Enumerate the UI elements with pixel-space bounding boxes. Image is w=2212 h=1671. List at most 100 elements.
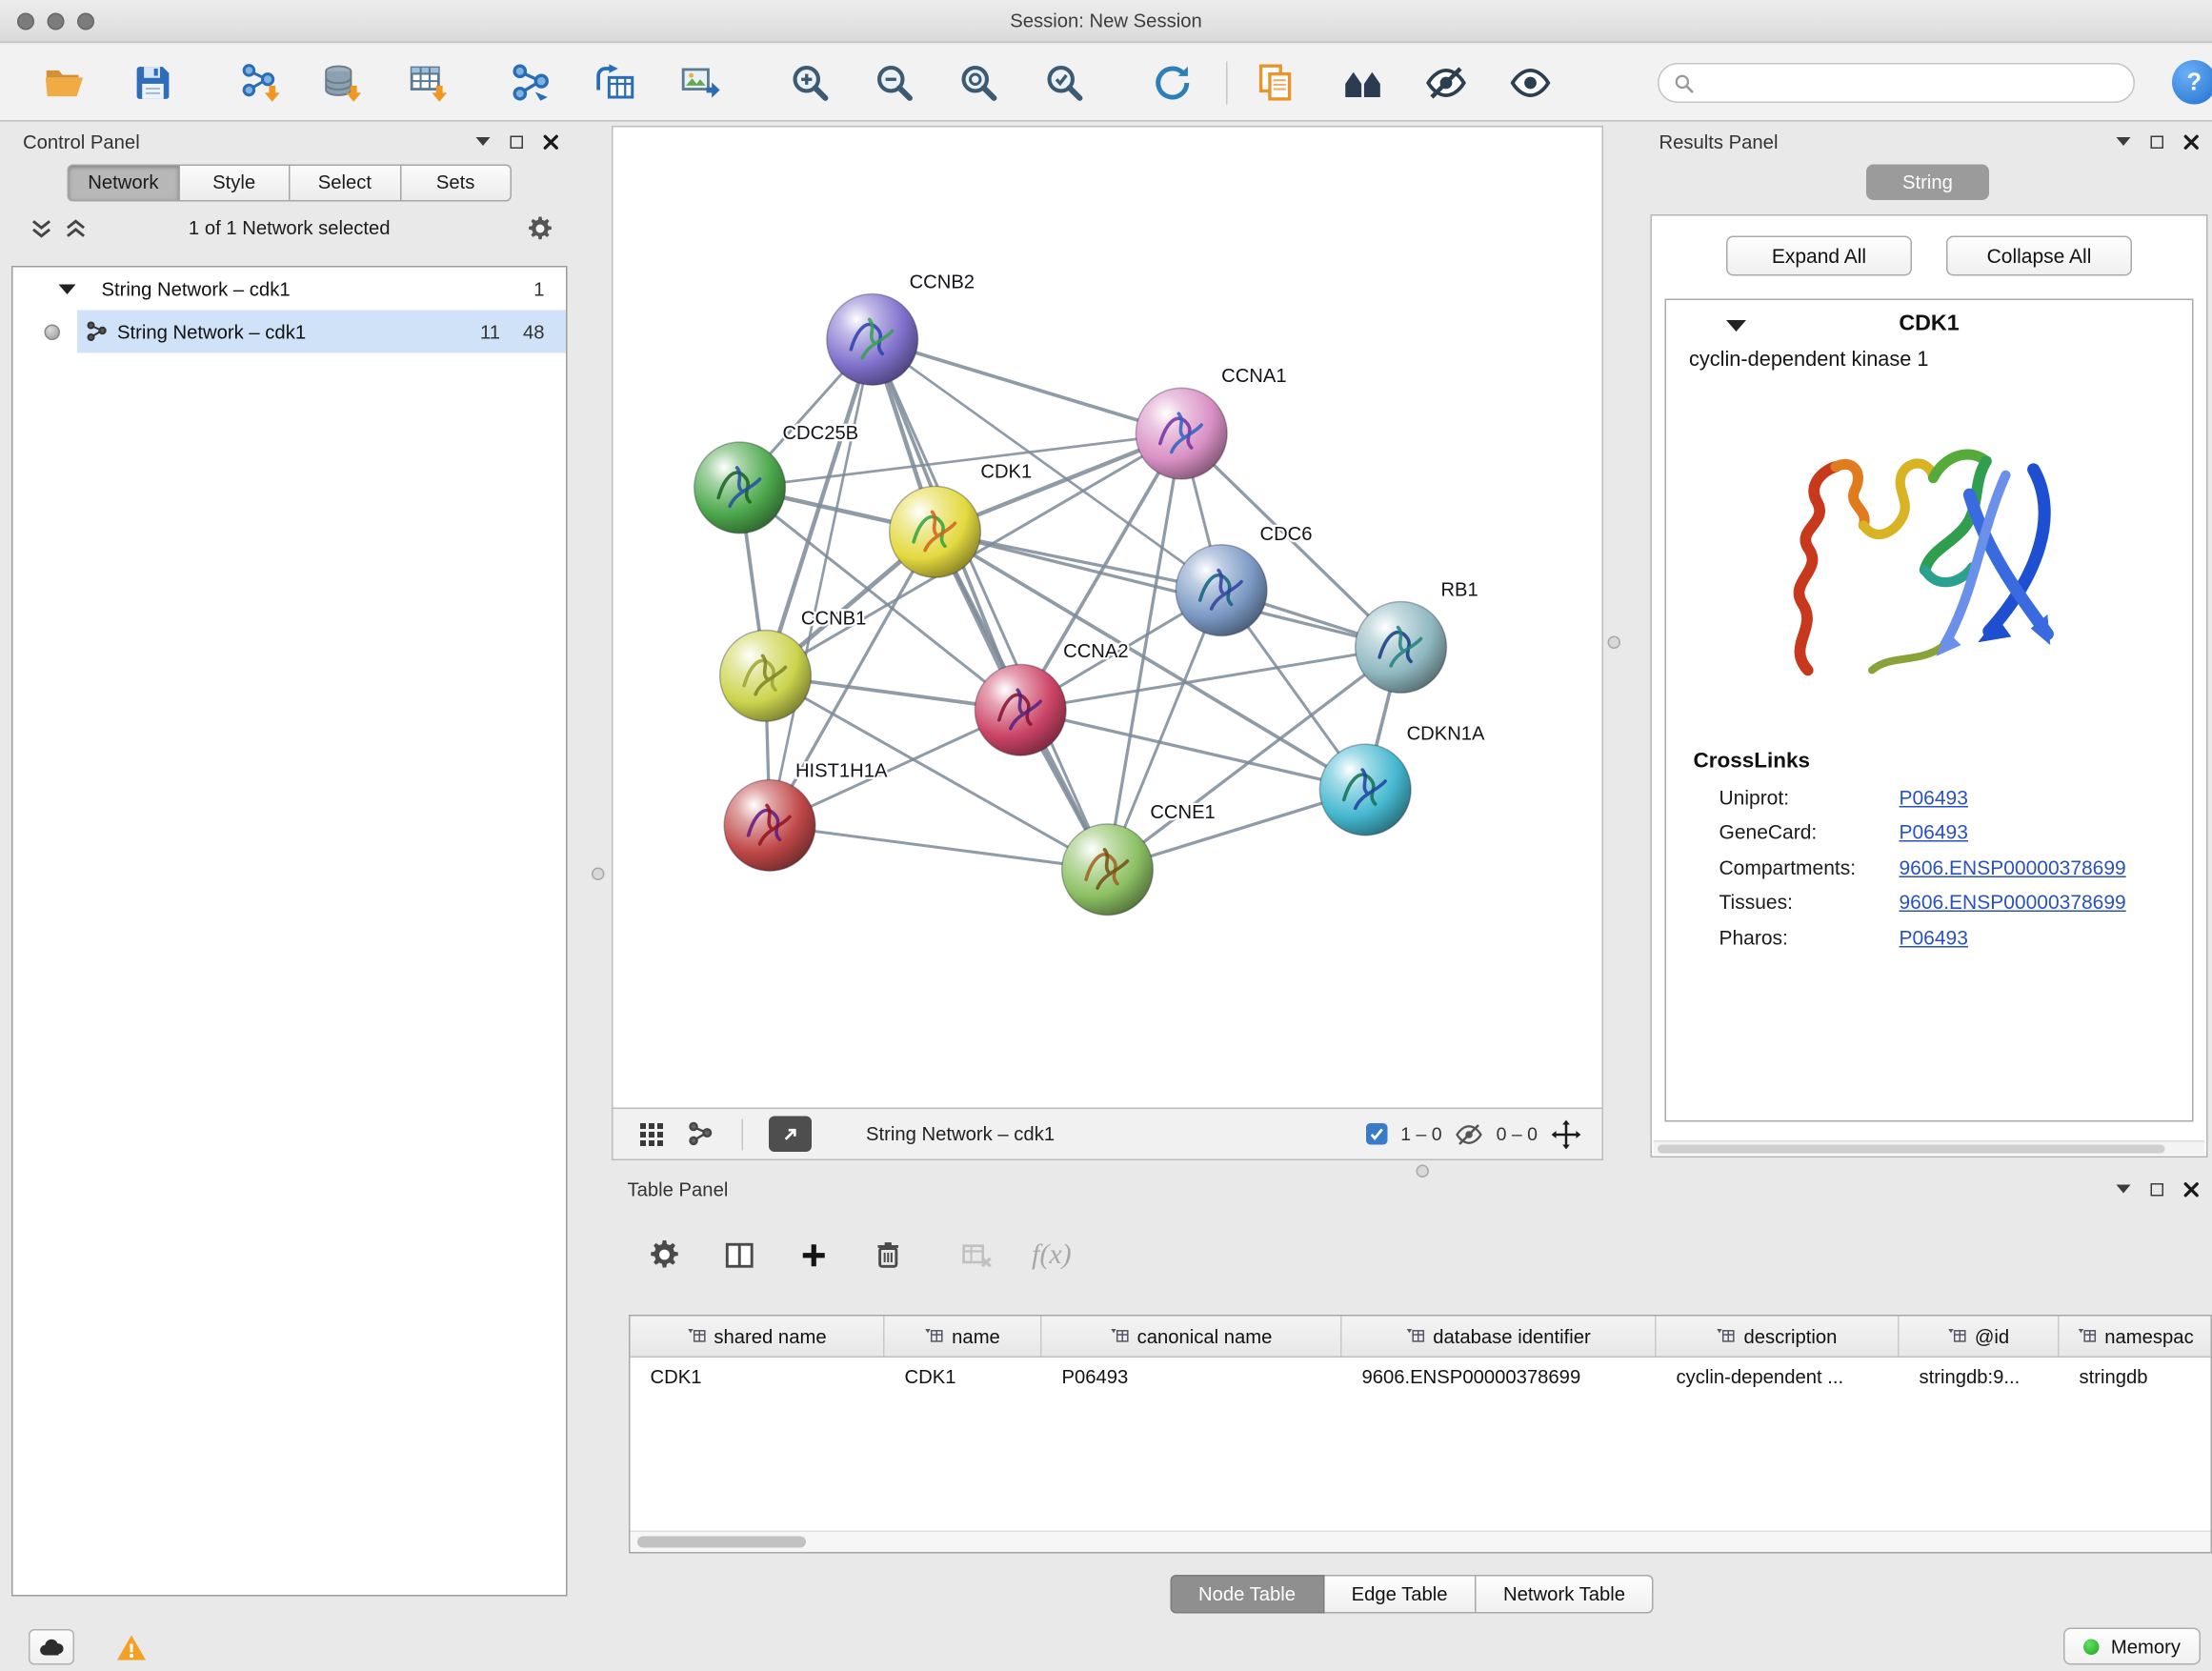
tab-select[interactable]: Select	[291, 165, 401, 202]
import-network-file-button[interactable]	[236, 57, 288, 109]
zoom-selected-button[interactable]	[1039, 57, 1091, 109]
open-session-button[interactable]	[39, 57, 90, 109]
column-header-canonical-name[interactable]: canonical name	[1042, 1317, 1342, 1357]
add-column-button[interactable]	[794, 1237, 832, 1274]
tree-caret-icon[interactable]	[59, 284, 76, 294]
network-options-button[interactable]	[526, 214, 554, 243]
show-columns-button[interactable]	[720, 1237, 757, 1274]
panel-menu-button[interactable]	[2117, 1185, 2131, 1194]
export-image-button[interactable]	[674, 57, 726, 109]
new-network-button[interactable]	[506, 57, 557, 109]
tab-sets[interactable]: Sets	[401, 165, 512, 202]
table-cell[interactable]: 9606.ENSP00000378699	[1342, 1358, 1657, 1398]
table-horizontal-scrollbar[interactable]	[631, 1531, 2211, 1553]
hide-selected-button[interactable]	[1420, 57, 1472, 109]
open-in-window-button[interactable]	[769, 1117, 812, 1153]
zoom-out-button[interactable]	[869, 57, 920, 109]
copy-button[interactable]	[1251, 57, 1302, 109]
close-panel-button[interactable]	[543, 133, 559, 150]
help-button[interactable]: ?	[2172, 60, 2212, 105]
column-header-database-identifier[interactable]: database identifier	[1342, 1317, 1657, 1357]
results-horizontal-scrollbar[interactable]	[1654, 1140, 2205, 1155]
crosslink-value-link[interactable]: 9606.ENSP00000378699	[1900, 856, 2126, 878]
network-canvas[interactable]: CCNB2CCNA1CDC25BCDK1CDC6RB1CCNB1CCNA2CDK…	[613, 128, 1602, 1108]
column-header-namespac[interactable]: namespac	[2060, 1317, 2212, 1357]
tab-network[interactable]: Network	[68, 165, 180, 202]
network-node-cdkn1a[interactable]: CDKN1A	[1319, 724, 1485, 836]
tab-style[interactable]: Style	[179, 165, 290, 202]
delete-column-button[interactable]	[869, 1237, 906, 1274]
network-node-hist1h1a[interactable]: HIST1H1A	[724, 761, 888, 872]
table-cell[interactable]: stringdb	[2060, 1358, 2212, 1398]
table-cell[interactable]: stringdb:9...	[1900, 1358, 2060, 1398]
network-node-ccna1[interactable]: CCNA1	[1136, 366, 1286, 479]
scrollbar-thumb[interactable]	[637, 1537, 806, 1548]
network-edge[interactable]	[935, 532, 1401, 647]
column-header-description[interactable]: description	[1657, 1317, 1900, 1357]
zoom-fit-button[interactable]	[954, 57, 1005, 109]
pan-tool-button[interactable]	[1551, 1118, 1582, 1150]
crosslink-value-link[interactable]: 9606.ENSP00000378699	[1900, 891, 2126, 914]
column-header--id[interactable]: @id	[1900, 1317, 2060, 1357]
network-edge[interactable]	[873, 339, 1182, 433]
tab-edge-table[interactable]: Edge Table	[1324, 1575, 1476, 1614]
cloud-status-button[interactable]	[29, 1630, 74, 1666]
vertical-splitter-handle[interactable]	[1608, 636, 1621, 650]
float-panel-button[interactable]	[2151, 1182, 2164, 1196]
network-node-cdk1[interactable]: CDK1	[890, 461, 1033, 577]
network-view[interactable]: CCNB2CCNA1CDC25BCDK1CDC6RB1CCNB1CCNA2CDK…	[612, 126, 1603, 1109]
network-row-selected[interactable]: String Network – cdk1 11 48	[13, 311, 567, 353]
show-all-button[interactable]	[1505, 57, 1557, 109]
memory-button[interactable]: Memory	[2063, 1628, 2201, 1665]
table-cell[interactable]: P06493	[1042, 1358, 1342, 1398]
table-cell[interactable]: cyclin-dependent ...	[1657, 1358, 1900, 1398]
crosslink-value-link[interactable]: P06493	[1900, 925, 1968, 948]
network-edge[interactable]	[770, 339, 873, 825]
import-network-database-button[interactable]	[317, 57, 369, 109]
string-tab[interactable]: String	[1866, 165, 1989, 201]
network-node-ccnb1[interactable]: CCNB1	[720, 608, 867, 721]
import-table-button[interactable]	[403, 57, 454, 109]
network-edge[interactable]	[770, 825, 1107, 869]
collapse-section-caret-icon[interactable]	[1726, 320, 1746, 332]
close-panel-button[interactable]	[2183, 1181, 2200, 1198]
panel-menu-button[interactable]	[476, 137, 491, 146]
selected-nodes-checkbox[interactable]	[1366, 1123, 1388, 1145]
save-session-button[interactable]	[128, 57, 179, 109]
table-settings-button[interactable]	[646, 1237, 683, 1274]
crosslink-value-link[interactable]: P06493	[1900, 820, 1968, 843]
table-row[interactable]: CDK1CDK1P064939606.ENSP00000378699cyclin…	[631, 1358, 2211, 1398]
panel-menu-button[interactable]	[2117, 137, 2131, 146]
network-edge[interactable]	[873, 339, 1108, 869]
column-header-name[interactable]: name	[885, 1317, 1042, 1357]
network-node-ccnb2[interactable]: CCNB2	[827, 272, 975, 386]
network-collection-row[interactable]: String Network – cdk1 1	[13, 268, 567, 311]
float-panel-button[interactable]	[511, 135, 524, 149]
crosslink-value-link[interactable]: P06493	[1900, 785, 1968, 808]
network-node-rb1[interactable]: RB1	[1356, 580, 1478, 694]
table-cell[interactable]: CDK1	[631, 1358, 885, 1398]
hidden-eye-icon[interactable]	[1455, 1119, 1483, 1148]
vertical-splitter-handle[interactable]	[592, 868, 605, 881]
horizontal-splitter-handle[interactable]	[1417, 1165, 1430, 1178]
collapse-all-button[interactable]: Collapse All	[1946, 236, 2132, 276]
share-network-button[interactable]	[685, 1118, 716, 1150]
network-edge[interactable]	[1020, 710, 1365, 790]
neighbors-button[interactable]	[1337, 57, 1389, 109]
table-cell[interactable]: CDK1	[885, 1358, 1042, 1398]
clone-network-button[interactable]	[589, 57, 640, 109]
column-header-shared-name[interactable]: shared name	[631, 1317, 885, 1357]
tab-node-table[interactable]: Node Table	[1170, 1575, 1324, 1614]
warnings-button[interactable]	[111, 1630, 151, 1666]
tab-network-table[interactable]: Network Table	[1477, 1575, 1654, 1614]
float-panel-button[interactable]	[2151, 135, 2164, 149]
search-input[interactable]	[1703, 72, 2134, 94]
grid-view-button[interactable]	[636, 1118, 668, 1150]
protein-structure-image	[1755, 392, 2103, 726]
database-import-icon	[322, 62, 365, 105]
close-panel-button[interactable]	[2183, 133, 2200, 150]
apply-layout-button[interactable]	[1146, 57, 1197, 109]
expand-all-button[interactable]: Expand All	[1726, 236, 1912, 276]
zoom-in-button[interactable]	[785, 57, 836, 109]
search-input-container[interactable]	[1658, 63, 2135, 103]
